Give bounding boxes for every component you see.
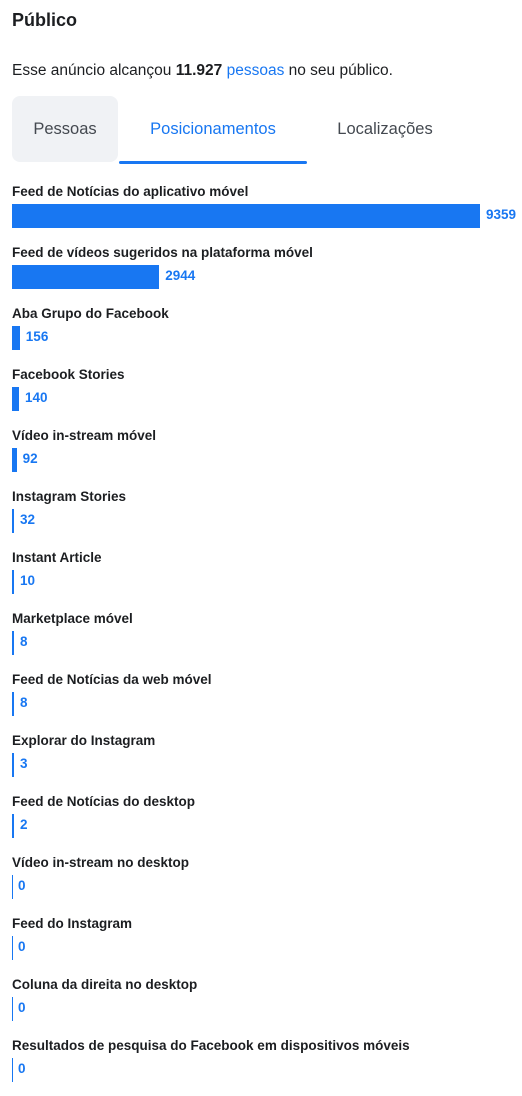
- placement-label: Aba Grupo do Facebook: [12, 306, 169, 321]
- placement-row: Instant Article 10: [12, 547, 512, 608]
- placement-value: 0: [18, 878, 26, 893]
- tab-pessoas[interactable]: Pessoas: [12, 96, 118, 162]
- placement-row: Instagram Stories 32: [12, 486, 512, 547]
- breakdown-tabs: Pessoas Posicionamentos Localizações: [12, 96, 452, 164]
- placement-bar: [12, 204, 480, 228]
- placement-value: 32: [20, 512, 36, 527]
- placement-bar: [12, 814, 14, 838]
- placement-bar: [12, 448, 17, 472]
- placement-value: 3: [20, 756, 28, 771]
- placement-bar: [12, 1058, 13, 1082]
- tab-pessoas-label: Pessoas: [33, 120, 97, 138]
- placement-label: Feed de Notícias do desktop: [12, 794, 196, 809]
- reach-count: 11.927: [175, 62, 223, 79]
- placement-bar: [12, 936, 13, 960]
- placement-label: Feed de Notícias da web móvel: [12, 672, 212, 687]
- placement-list: Feed de Notícias do aplicativo móvel 9359…: [12, 181, 516, 1096]
- placement-value: 140: [25, 390, 48, 405]
- placement-label: Vídeo in-stream móvel: [12, 428, 157, 443]
- placement-value: 8: [20, 634, 28, 649]
- placement-row: Marketplace móvel 8: [12, 608, 512, 669]
- placement-row: Feed de Notícias do desktop 2: [12, 791, 512, 852]
- placement-bar: [12, 326, 20, 350]
- people-link[interactable]: pessoas: [227, 62, 285, 79]
- tab-posicionamentos-label: Posicionamentos: [150, 120, 276, 138]
- summary-prefix: Esse anúncio alcançou: [12, 62, 176, 79]
- placement-label: Marketplace móvel: [12, 611, 133, 626]
- placement-label: Vídeo in-stream no desktop: [12, 855, 190, 870]
- placement-bar: [12, 997, 13, 1021]
- placement-row: Feed de Notícias do aplicativo móvel 9359: [12, 181, 516, 242]
- placement-value: 2944: [165, 268, 196, 283]
- placement-label: Feed do Instagram: [12, 916, 133, 931]
- placement-row: Facebook Stories 140: [12, 364, 512, 425]
- placement-value: 92: [22, 451, 38, 466]
- placement-bar: [12, 570, 14, 594]
- placement-bar: [12, 509, 14, 533]
- placement-row: Vídeo in-stream no desktop 0: [12, 852, 512, 913]
- placement-value: 156: [25, 329, 49, 344]
- placement-row: Resultados de pesquisa do Facebook em di…: [12, 1035, 512, 1096]
- placement-bar: [12, 265, 160, 289]
- placement-value: 0: [18, 939, 26, 954]
- placement-label: Feed de vídeos sugeridos na plataforma m…: [12, 245, 313, 260]
- placement-label: Feed de Notícias do aplicativo móvel: [12, 184, 249, 199]
- placement-label: Explorar do Instagram: [12, 733, 156, 748]
- placement-value: 10: [20, 573, 36, 588]
- placement-row: Explorar do Instagram 3: [12, 730, 512, 791]
- placement-row: Feed de vídeos sugeridos na plataforma m…: [12, 242, 512, 303]
- placement-label: Instagram Stories: [12, 489, 127, 504]
- placement-value: 2: [20, 817, 28, 832]
- placement-value: 8: [20, 695, 28, 710]
- placement-row: Aba Grupo do Facebook 156: [12, 303, 512, 364]
- placement-row: Coluna da direita no desktop 0: [12, 974, 512, 1035]
- placement-bar: [12, 387, 19, 411]
- reach-summary: Esse anúncio alcançou 11.927 pessoas no …: [12, 62, 393, 80]
- placement-label: Resultados de pesquisa do Facebook em di…: [12, 1038, 410, 1053]
- placement-row: Feed do Instagram 0: [12, 913, 512, 974]
- placement-value: 0: [18, 1000, 26, 1015]
- tab-localizacoes-label: Localizações: [337, 120, 433, 138]
- tab-posicionamentos[interactable]: Posicionamentos: [119, 96, 307, 164]
- tab-localizacoes[interactable]: Localizações: [318, 96, 452, 162]
- panel-title: Público: [12, 10, 78, 30]
- summary-suffix: no seu público.: [284, 62, 393, 79]
- placement-bar: [12, 692, 14, 716]
- placement-bar: [12, 875, 13, 899]
- placement-label: Instant Article: [12, 550, 102, 565]
- placement-bar: [12, 631, 14, 655]
- placement-row: Feed de Notícias da web móvel 8: [12, 669, 512, 730]
- active-tab-indicator: [119, 161, 307, 164]
- placement-row: Vídeo in-stream móvel 92: [12, 425, 512, 486]
- placement-label: Coluna da direita no desktop: [12, 977, 198, 992]
- placement-label: Facebook Stories: [12, 367, 125, 382]
- placement-value: 0: [18, 1061, 26, 1076]
- placement-bar: [12, 753, 14, 777]
- placement-value: 9359: [486, 207, 517, 222]
